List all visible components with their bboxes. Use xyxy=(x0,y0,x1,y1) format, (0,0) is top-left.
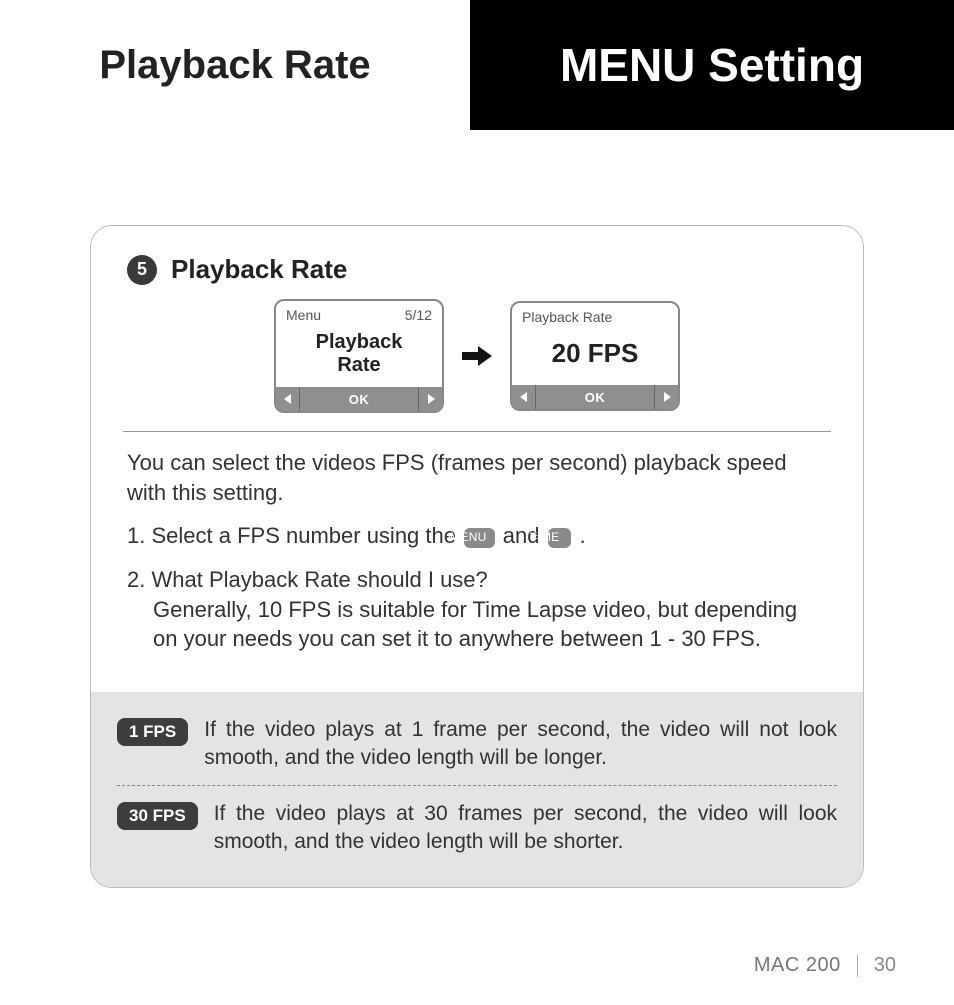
header-subtitle: Playback Rate xyxy=(99,43,370,88)
step-number-badge: 5 xyxy=(127,255,157,285)
time-button-label: TIME xyxy=(556,529,560,545)
tip-text-30fps: If the video plays at 30 frames per seco… xyxy=(214,800,837,857)
tip-text-1fps: If the video plays at 1 frame per second… xyxy=(204,716,837,773)
nav-right-icon xyxy=(418,387,442,411)
body-text: You can select the videos FPS (frames pe… xyxy=(123,448,831,654)
lcd-menu-screen: Menu 5/12 Playback Rate OK xyxy=(274,299,444,413)
step-title: Playback Rate xyxy=(171,254,347,285)
lcd-menu-label: Menu xyxy=(286,307,321,323)
page-footer: MAC 200 30 xyxy=(754,954,896,977)
nav-right-icon xyxy=(654,385,678,409)
footer-model: MAC 200 xyxy=(754,954,857,977)
tip-badge-1fps: 1 FPS xyxy=(117,718,188,746)
tip-row-30fps: 30 FPS If the video plays at 30 frames p… xyxy=(117,785,837,865)
instruction-1-after: . xyxy=(573,523,585,548)
arrow-right-icon xyxy=(462,344,492,368)
card-body: 5 Playback Rate Menu 5/12 Playback Rate xyxy=(91,226,863,692)
intro-paragraph: You can select the videos FPS (frames pe… xyxy=(127,448,827,507)
header-right: MENU Setting xyxy=(470,0,954,130)
nav-ok-label: OK xyxy=(536,385,654,409)
lcd-menu-nav: OK xyxy=(276,387,442,411)
header-left: Playback Rate xyxy=(0,0,470,130)
menu-button-label: MENU xyxy=(476,529,487,545)
tip-badge-30fps: 30 FPS xyxy=(117,802,198,830)
nav-ok-label: OK xyxy=(300,387,418,411)
lcd-value: 20 FPS xyxy=(512,327,678,385)
instruction-1: Select a FPS number using the <MENU and … xyxy=(127,521,827,551)
lcd-value-header: Playback Rate xyxy=(512,303,678,327)
footer-page-number: 30 xyxy=(858,954,896,977)
instruction-2: What Playback Rate should I use? General… xyxy=(127,565,827,654)
lcd-menu-line2: Rate xyxy=(337,354,380,376)
lcd-menu-line1: Playback xyxy=(316,331,403,353)
divider xyxy=(123,431,831,432)
lcd-value-screen: Playback Rate 20 FPS OK xyxy=(510,301,680,411)
time-button-pill: TIME> xyxy=(548,528,572,548)
nav-left-icon xyxy=(512,385,536,409)
tips-block: 1 FPS If the video plays at 1 frame per … xyxy=(91,692,863,886)
nav-left-icon xyxy=(276,387,300,411)
instruction-1-before: Select a FPS number using the xyxy=(151,523,462,548)
content-card: 5 Playback Rate Menu 5/12 Playback Rate xyxy=(90,225,864,888)
lcd-value-nav: OK xyxy=(512,385,678,409)
lcd-screens-row: Menu 5/12 Playback Rate OK xyxy=(123,299,831,413)
page-header: Playback Rate MENU Setting xyxy=(0,0,954,130)
tip-row-1fps: 1 FPS If the video plays at 1 frame per … xyxy=(117,708,837,781)
lcd-menu-index: 5/12 xyxy=(405,307,432,323)
instruction-2-question: What Playback Rate should I use? xyxy=(151,567,487,592)
header-title: MENU Setting xyxy=(560,38,864,92)
lcd-menu-header: Menu 5/12 xyxy=(276,301,442,325)
menu-button-pill: <MENU xyxy=(464,528,495,548)
lcd-menu-value: Playback Rate xyxy=(276,325,442,387)
instruction-2-answer: Generally, 10 FPS is suitable for Time L… xyxy=(153,595,827,654)
step-heading: 5 Playback Rate xyxy=(127,254,831,285)
instruction-list: Select a FPS number using the <MENU and … xyxy=(127,521,827,654)
lcd-value-label: Playback Rate xyxy=(522,309,612,325)
